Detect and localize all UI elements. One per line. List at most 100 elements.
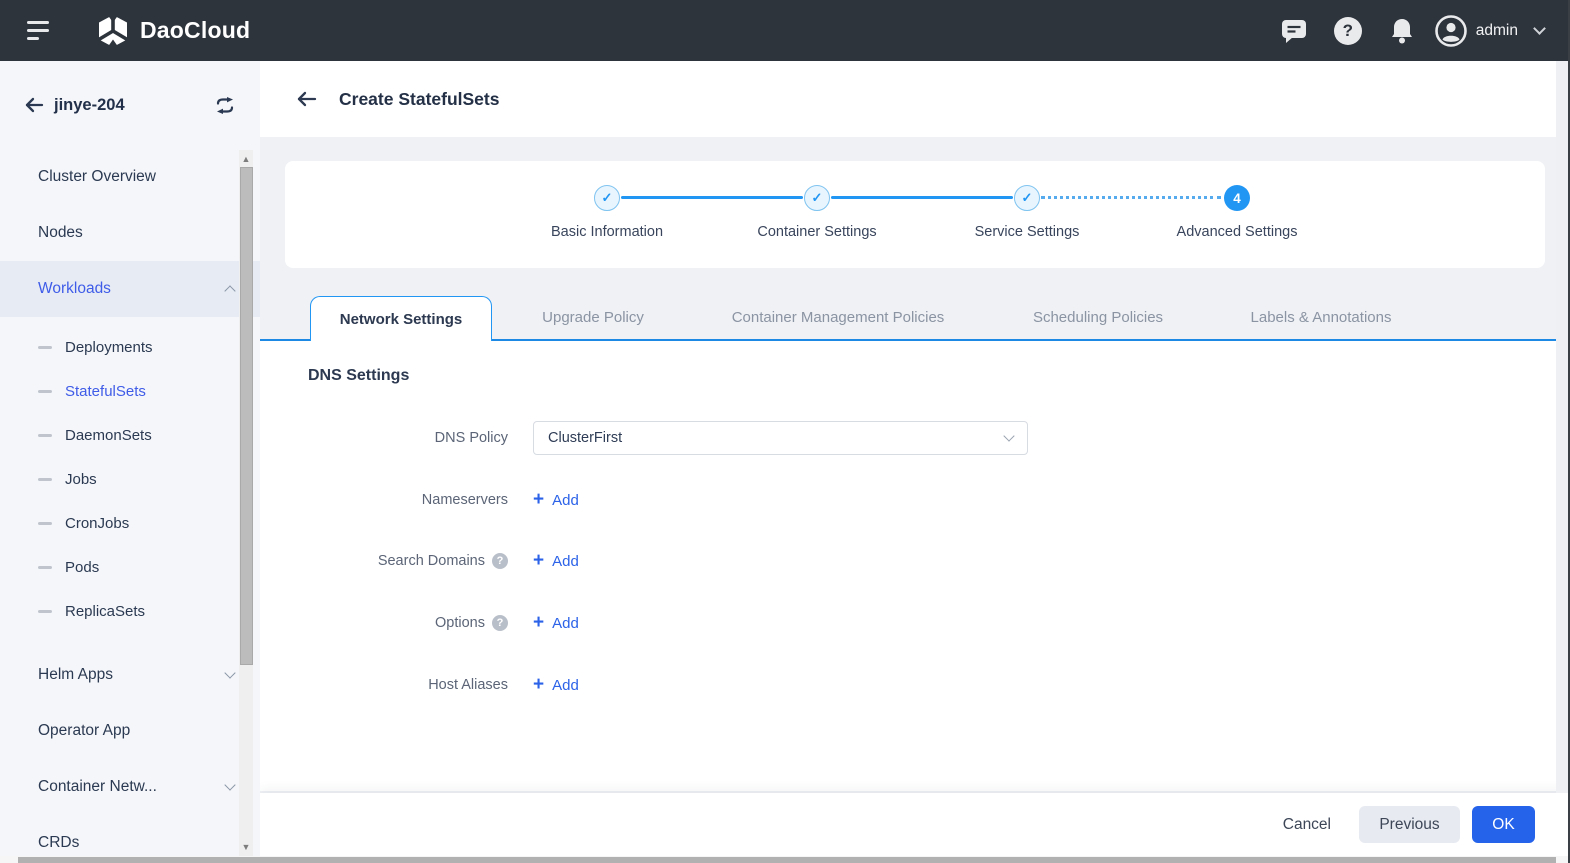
wizard-stepper: ✓ ✓ ✓ 4 Basic Information Container Sett…	[285, 161, 1545, 268]
settings-tab-bar: Network Settings Upgrade Policy Containe…	[260, 295, 1557, 341]
sidebar-scrollbar-thumb[interactable]	[239, 167, 253, 665]
dash-icon	[38, 609, 52, 613]
chevron-down-icon	[224, 779, 236, 791]
search-domains-add-button[interactable]: + Add	[533, 549, 579, 571]
workloads-submenu: Deployments StatefulSets DaemonSets Jobs…	[0, 317, 260, 643]
plus-icon: +	[533, 673, 545, 695]
plus-icon: +	[533, 549, 545, 571]
sidebar-item-nodes[interactable]: Nodes	[0, 205, 260, 261]
sidebar-item-cronjobs[interactable]: CronJobs	[0, 501, 260, 545]
tab-labels-annotations[interactable]: Labels & Annotations	[1251, 295, 1392, 339]
sidebar-item-cluster-overview[interactable]: Cluster Overview	[0, 149, 260, 205]
sidebar-item-jobs[interactable]: Jobs	[0, 457, 260, 501]
search-domains-row: Search Domains ? + Add	[260, 543, 579, 579]
plus-icon: +	[533, 488, 545, 510]
horizontal-scrollbar-thumb[interactable]	[18, 856, 1556, 863]
nameservers-label: Nameservers	[421, 492, 508, 508]
message-icon	[1281, 20, 1306, 43]
host-aliases-add-button[interactable]: + Add	[533, 673, 579, 695]
step-2-label: Container Settings	[757, 224, 877, 240]
dns-policy-row: DNS Policy ClusterFirst	[260, 420, 1028, 456]
options-label: Options ?	[260, 615, 508, 631]
swap-arrows-icon	[216, 96, 234, 114]
step-connector-dotted	[1041, 196, 1221, 199]
help-tooltip-icon[interactable]: ?	[492, 553, 508, 569]
scroll-down-arrow-icon[interactable]: ▼	[239, 840, 253, 854]
chevron-down-icon	[1533, 22, 1546, 35]
sidebar-item-daemonsets[interactable]: DaemonSets	[0, 413, 260, 457]
step-connector	[621, 196, 803, 199]
dns-settings-heading: DNS Settings	[308, 367, 410, 384]
sidebar-header: jinye-204	[0, 61, 260, 149]
tab-scheduling-policies[interactable]: Scheduling Policies	[1033, 295, 1163, 339]
messages-button[interactable]	[1267, 17, 1321, 44]
tab-container-management-policies[interactable]: Container Management Policies	[732, 295, 945, 339]
ok-button[interactable]: OK	[1472, 806, 1535, 843]
wizard-footer: Cancel Previous OK	[260, 793, 1570, 856]
sidebar-menu: Cluster Overview Nodes Workloads Deploym…	[0, 149, 260, 856]
cancel-button[interactable]: Cancel	[1269, 808, 1345, 842]
sidebar-item-deployments[interactable]: Deployments	[0, 325, 260, 369]
sidebar-item-container-network[interactable]: Container Netw...	[0, 759, 260, 815]
hamburger-icon	[27, 20, 49, 25]
plus-icon: +	[533, 611, 545, 633]
check-icon: ✓	[811, 190, 823, 205]
menu-toggle-button[interactable]	[27, 20, 49, 41]
back-arrow-icon[interactable]	[296, 90, 317, 108]
top-bar: DaoCloud ? admin	[0, 0, 1570, 61]
dash-icon	[38, 477, 52, 481]
sidebar-item-helm-apps[interactable]: Helm Apps	[0, 647, 260, 703]
search-domains-label: Search Domains ?	[260, 553, 508, 569]
user-menu[interactable]: admin	[1434, 14, 1546, 47]
check-icon: ✓	[601, 190, 613, 205]
scroll-up-arrow-icon[interactable]: ▲	[239, 152, 253, 166]
network-settings-panel: DNS Settings DNS Policy ClusterFirst Nam…	[260, 341, 1557, 791]
dash-icon	[38, 345, 52, 349]
help-icon: ?	[1333, 16, 1362, 45]
switch-cluster-button[interactable]	[214, 96, 236, 114]
nameservers-add-button[interactable]: + Add	[533, 488, 579, 510]
dash-icon	[38, 565, 52, 569]
sidebar: jinye-204 Cluster Overview Nodes Workloa…	[0, 61, 260, 856]
sidebar-item-statefulsets[interactable]: StatefulSets	[0, 369, 260, 413]
sidebar-scrollbar[interactable]: ▲ ▼	[239, 150, 253, 856]
main-area: Create StatefulSets ✓ ✓ ✓ 4 Basic Inform…	[260, 61, 1570, 863]
chevron-down-icon	[224, 667, 236, 679]
page-title: Create StatefulSets	[339, 88, 500, 109]
step-4-circle[interactable]: 4	[1224, 185, 1250, 211]
check-icon: ✓	[1021, 190, 1033, 205]
tab-upgrade-policy[interactable]: Upgrade Policy	[542, 295, 644, 339]
step-3-circle[interactable]: ✓	[1014, 185, 1040, 211]
help-button[interactable]: ?	[1321, 16, 1375, 45]
chevron-down-icon	[1003, 430, 1015, 442]
previous-button[interactable]: Previous	[1359, 806, 1460, 843]
username: admin	[1475, 21, 1518, 39]
dash-icon	[38, 389, 52, 393]
notifications-button[interactable]	[1375, 17, 1429, 45]
sidebar-item-crds[interactable]: CRDs	[0, 815, 260, 856]
topbar-actions: ? admin	[1267, 14, 1570, 47]
sidebar-item-pods[interactable]: Pods	[0, 545, 260, 589]
brand-logo[interactable]: DaoCloud	[95, 13, 250, 49]
sidebar-item-workloads[interactable]: Workloads	[0, 261, 260, 317]
dns-policy-select[interactable]: ClusterFirst	[533, 421, 1028, 455]
page-header: Create StatefulSets	[260, 61, 1570, 137]
step-3-label: Service Settings	[974, 224, 1080, 240]
sidebar-item-operator-app[interactable]: Operator App	[0, 703, 260, 759]
horizontal-scrollbar[interactable]	[0, 856, 1570, 863]
tab-network-settings[interactable]: Network Settings	[310, 296, 492, 341]
help-tooltip-icon[interactable]: ?	[492, 615, 508, 631]
sidebar-item-replicasets[interactable]: ReplicaSets	[0, 589, 260, 633]
dash-icon	[38, 433, 52, 437]
back-arrow-icon[interactable]	[24, 96, 44, 114]
options-add-button[interactable]: + Add	[533, 611, 579, 633]
step-connector	[831, 196, 1013, 199]
nameservers-row: Nameservers + Add	[260, 482, 579, 518]
host-aliases-row: Host Aliases + Add	[260, 667, 579, 703]
step-4-label: Advanced Settings	[1176, 224, 1298, 240]
options-row: Options ? + Add	[260, 605, 579, 641]
step-2-circle[interactable]: ✓	[804, 185, 830, 211]
main-scrollbar-track[interactable]	[1556, 61, 1568, 793]
host-aliases-label: Host Aliases	[428, 677, 508, 693]
step-1-circle[interactable]: ✓	[594, 185, 620, 211]
